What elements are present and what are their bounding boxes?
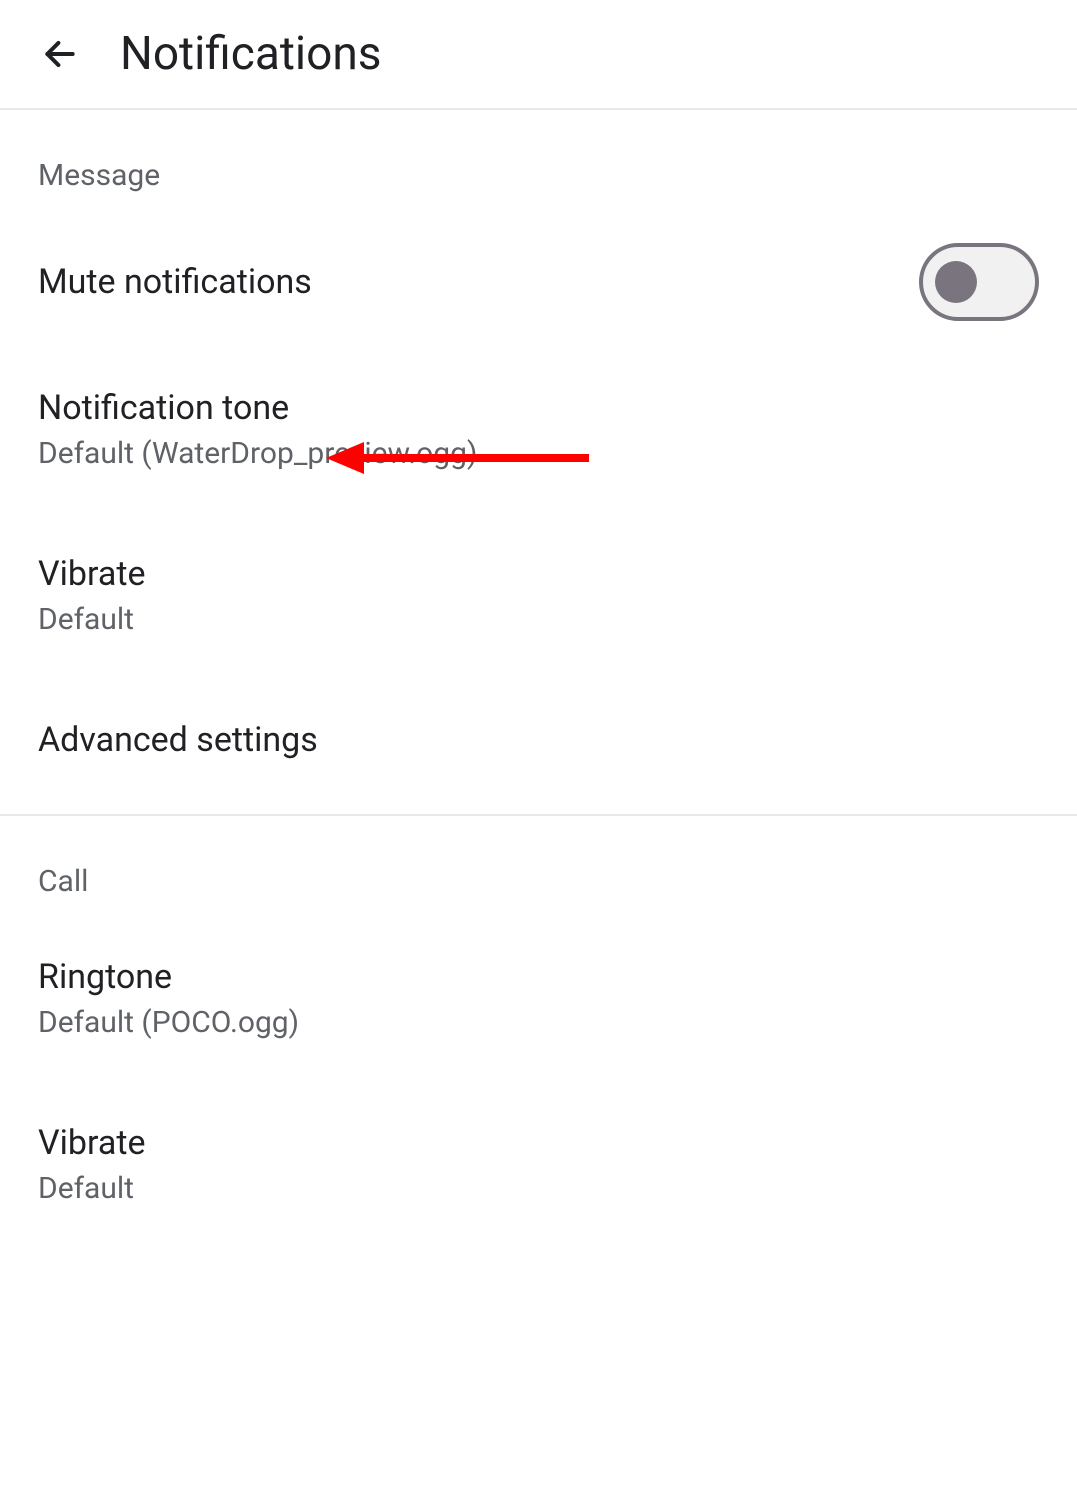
message-vibrate-value: Default	[38, 602, 146, 637]
message-vibrate-row[interactable]: Vibrate Default	[0, 504, 1077, 670]
mute-switch[interactable]	[919, 243, 1039, 321]
page-title: Notifications	[120, 27, 382, 81]
call-vibrate-row[interactable]: Vibrate Default	[0, 1073, 1077, 1239]
message-vibrate-label: Vibrate	[38, 554, 146, 594]
ringtone-row[interactable]: Ringtone Default (POCO.ogg)	[0, 917, 1077, 1073]
mute-label: Mute notifications	[38, 262, 312, 302]
advanced-settings-label: Advanced settings	[38, 720, 318, 760]
call-vibrate-value: Default	[38, 1171, 146, 1206]
notification-tone-label: Notification tone	[38, 388, 477, 428]
section-header-message: Message	[0, 110, 1077, 211]
call-vibrate-label: Vibrate	[38, 1123, 146, 1163]
mute-notifications-row[interactable]: Mute notifications	[0, 211, 1077, 353]
advanced-settings-row[interactable]: Advanced settings	[0, 670, 1077, 802]
back-arrow-icon[interactable]	[40, 34, 80, 74]
ringtone-label: Ringtone	[38, 957, 299, 997]
ringtone-value: Default (POCO.ogg)	[38, 1005, 299, 1040]
notification-tone-value: Default (WaterDrop_preview.ogg)	[38, 436, 477, 471]
header-bar: Notifications	[0, 0, 1077, 110]
notification-tone-row[interactable]: Notification tone Default (WaterDrop_pre…	[0, 353, 1077, 504]
section-header-call: Call	[0, 816, 1077, 917]
